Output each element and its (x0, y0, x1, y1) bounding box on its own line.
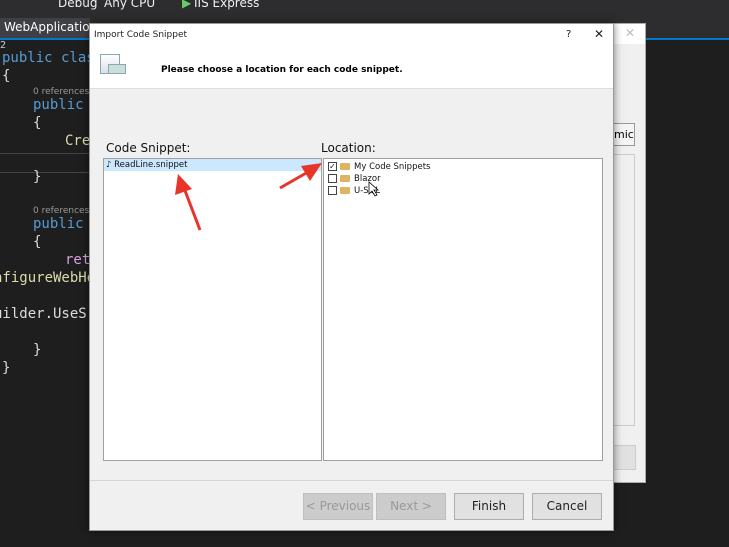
mouse-cursor (368, 181, 380, 197)
arrow-to-checkbox (279, 163, 322, 190)
annotation-arrows (175, 163, 380, 231)
arrow-to-snippet (175, 174, 202, 231)
